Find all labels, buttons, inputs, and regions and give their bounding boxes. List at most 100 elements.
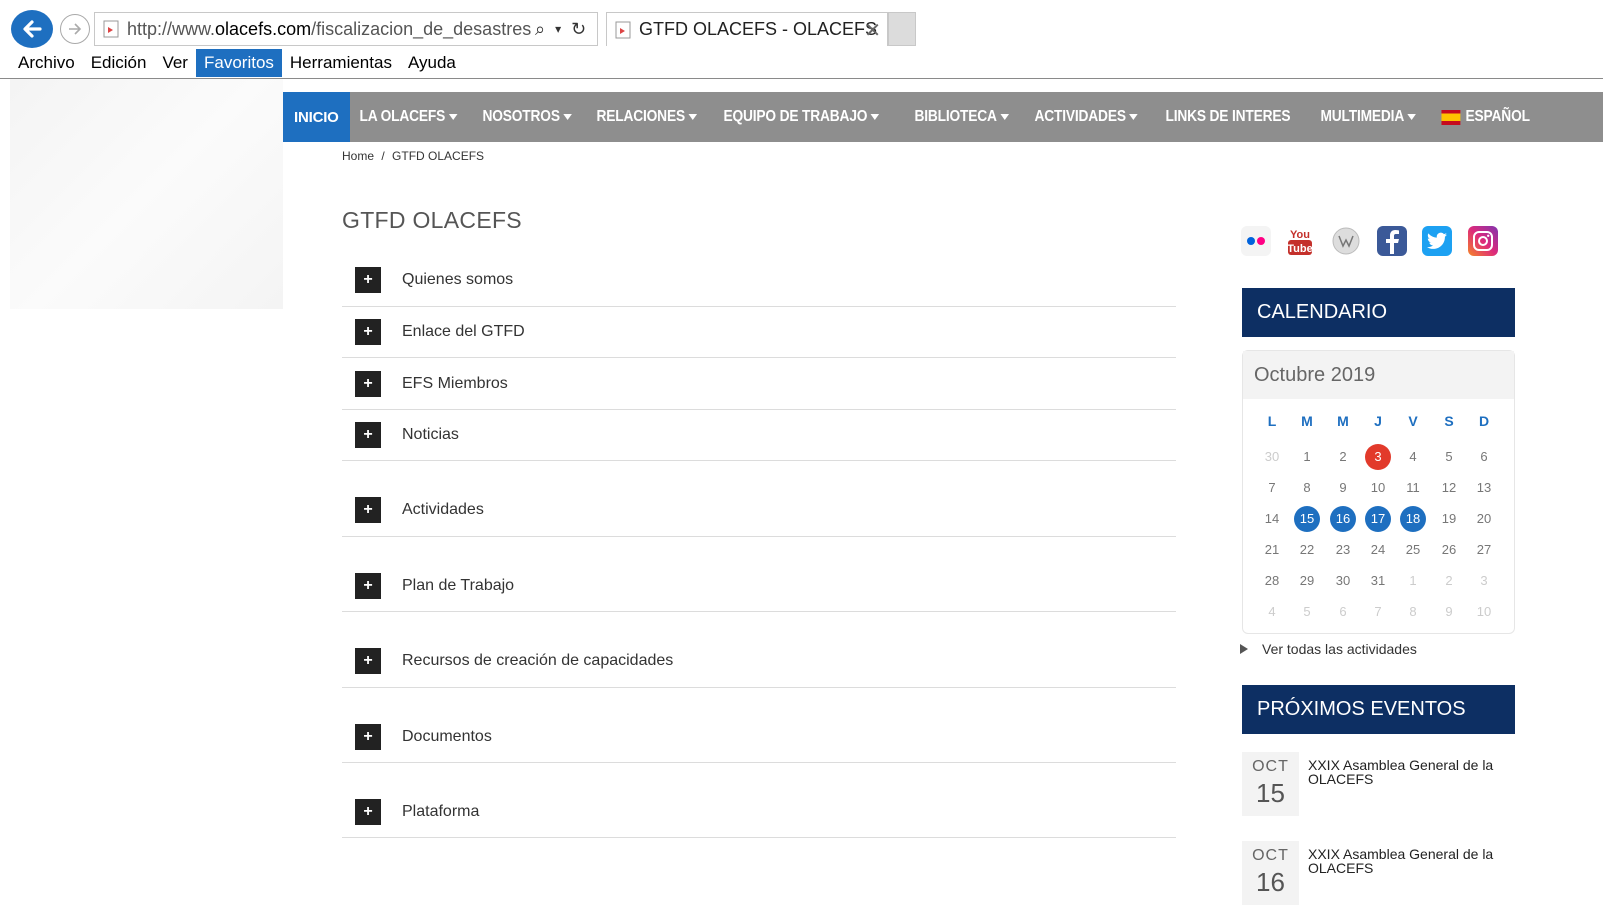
caret-down-icon (1407, 114, 1416, 120)
calendar-day: 8 (1303, 480, 1311, 495)
see-all-activities-link[interactable]: Ver todas las actividades (1240, 641, 1417, 657)
accordion-item[interactable]: + Plataforma (342, 763, 1176, 838)
calendar-day: 14 (1264, 511, 1280, 526)
accordion-item[interactable]: + Documentos (342, 688, 1176, 763)
page-icon (103, 20, 119, 38)
calendar-weekday: S (1444, 413, 1454, 429)
event-title[interactable]: XXIX Asamblea General de la OLACEFS (1308, 758, 1508, 786)
wikipedia-icon[interactable] (1331, 226, 1361, 256)
accordion-item[interactable]: + Enlace del GTFD (342, 307, 1176, 358)
breadcrumb-separator: / (381, 149, 385, 163)
nav-item-la-olacefs[interactable]: LA OLACEFS (350, 92, 467, 142)
caret-down-icon (448, 114, 457, 120)
address-bar[interactable]: http://www.olacefs.com/fiscalizacion_de_… (94, 12, 598, 46)
caret-down-icon (1000, 114, 1010, 120)
calendar-day: 28 (1264, 573, 1280, 588)
calendar-day: 26 (1441, 542, 1457, 557)
calendar-day: 3 (1480, 573, 1488, 588)
accordion-label: Quienes somos (402, 271, 514, 288)
calendar-day: 31 (1370, 573, 1386, 588)
nav-item-relaciones[interactable]: RELACIONES (587, 92, 706, 142)
accordion-item[interactable]: + Plan de Trabajo (342, 537, 1176, 612)
flickr-icon[interactable] (1241, 226, 1271, 256)
breadcrumb: Home / GTFD OLACEFS (342, 149, 484, 163)
caret-down-icon (870, 114, 880, 120)
search-icon[interactable]: ⌕ (535, 19, 545, 40)
calendar-day: 13 (1476, 480, 1492, 495)
social-links: You Tube (1240, 226, 1520, 260)
nav-item-links-de-interes[interactable]: LINKS DE INTERES (1156, 92, 1300, 142)
dropdown-icon[interactable]: ▾ (555, 22, 561, 36)
accordion-label: Plataforma (402, 803, 480, 820)
twitter-icon[interactable] (1422, 226, 1452, 256)
event-month: OCT (1252, 758, 1289, 775)
calendar-day: 1 (1409, 573, 1417, 588)
url-text: http://www.olacefs.com/fiscalizacion_de_… (127, 18, 531, 39)
calendar-day: 8 (1409, 604, 1417, 619)
accordion-item[interactable]: + EFS Miembros (342, 358, 1176, 410)
svg-text:You: You (1290, 229, 1310, 241)
nav-item-equipo-de-trabajo[interactable]: EQUIPO DE TRABAJO (714, 92, 889, 142)
expand-icon[interactable]: + (355, 371, 381, 397)
back-button[interactable] (11, 10, 53, 48)
menu-ayuda[interactable]: Ayuda (400, 49, 464, 77)
calendar-day: 6 (1480, 449, 1488, 464)
menu-herramientas[interactable]: Herramientas (282, 49, 400, 77)
calendar-day-event[interactable]: 3 (1363, 444, 1393, 470)
expand-icon[interactable]: + (355, 648, 381, 674)
menu-edicion[interactable]: Edición (83, 49, 155, 77)
accordion-item[interactable]: + Quienes somos (342, 256, 1176, 307)
breadcrumb-home[interactable]: Home (342, 149, 374, 163)
calendar-weekday: L (1267, 413, 1277, 429)
instagram-icon[interactable] (1468, 226, 1498, 256)
menu-archivo[interactable]: Archivo (10, 49, 83, 77)
menu-favoritos[interactable]: Favoritos (195, 49, 282, 77)
calendar-day-event[interactable]: 18 (1398, 506, 1428, 532)
calendar-weekday: J (1374, 413, 1382, 429)
calendar-day: 2 (1445, 573, 1453, 588)
nav-item-nosotros[interactable]: NOSOTROS (473, 92, 581, 142)
expand-icon[interactable]: + (355, 497, 381, 523)
event-title[interactable]: XXIX Asamblea General de la OLACEFS (1308, 847, 1508, 875)
facebook-icon[interactable] (1377, 226, 1407, 256)
menu-ver[interactable]: Ver (154, 49, 196, 77)
expand-icon[interactable]: + (355, 724, 381, 750)
calendar-day-event[interactable]: 15 (1292, 506, 1322, 532)
calendar-day: 30 (1335, 573, 1351, 588)
nav-item-actividades[interactable]: ACTIVIDADES (1025, 92, 1147, 142)
forward-button[interactable] (60, 14, 90, 44)
accordion-item[interactable]: + Recursos de creación de capacidades (342, 612, 1176, 688)
event-item[interactable]: OCT 16 XXIX Asamblea General de la OLACE… (1242, 841, 1522, 905)
calendar-day: 29 (1299, 573, 1315, 588)
event-item[interactable]: OCT 15 XXIX Asamblea General de la OLACE… (1242, 752, 1522, 816)
calendar-day: 2 (1339, 449, 1347, 464)
new-tab-button[interactable] (888, 12, 916, 46)
calendar-day: 7 (1374, 604, 1382, 619)
expand-icon[interactable]: + (355, 573, 381, 599)
calendar-day: 19 (1441, 511, 1457, 526)
main-nav: INICIO LA OLACEFS NOSOTROS RELACIONES EQ… (283, 92, 1603, 142)
browser-tab[interactable]: GTFD OLACEFS - OLACEFS ✕ (606, 12, 888, 46)
expand-icon[interactable]: + (355, 799, 381, 825)
expand-icon[interactable]: + (355, 267, 381, 293)
browser-toolbar: http://www.olacefs.com/fiscalizacion_de_… (0, 0, 1603, 48)
calendar-day-event[interactable]: 17 (1363, 506, 1393, 532)
nav-item-multimedia[interactable]: MULTIMEDIA (1311, 92, 1426, 142)
event-day: 16 (1256, 867, 1285, 897)
calendar-day-event[interactable]: 16 (1328, 506, 1358, 532)
refresh-icon[interactable]: ↻ (571, 19, 586, 40)
arrow-left-icon (23, 20, 42, 38)
calendar-day: 27 (1476, 542, 1492, 557)
accordion-item[interactable]: + Noticias (342, 410, 1176, 461)
youtube-icon[interactable]: You Tube (1285, 226, 1315, 256)
expand-icon[interactable]: + (355, 319, 381, 345)
close-icon[interactable]: ✕ (864, 18, 881, 43)
nav-item-language[interactable]: ESPAÑOL (1432, 92, 1539, 142)
calendar-month: Octubre 2019 (1243, 351, 1514, 399)
expand-icon[interactable]: + (355, 422, 381, 448)
calendar-day: 1 (1303, 449, 1311, 464)
tab-title: GTFD OLACEFS - OLACEFS (639, 19, 878, 39)
nav-item-inicio[interactable]: INICIO (283, 92, 350, 142)
nav-item-biblioteca[interactable]: BIBLIOTECA (905, 92, 1018, 142)
accordion-item[interactable]: + Actividades (342, 461, 1176, 537)
